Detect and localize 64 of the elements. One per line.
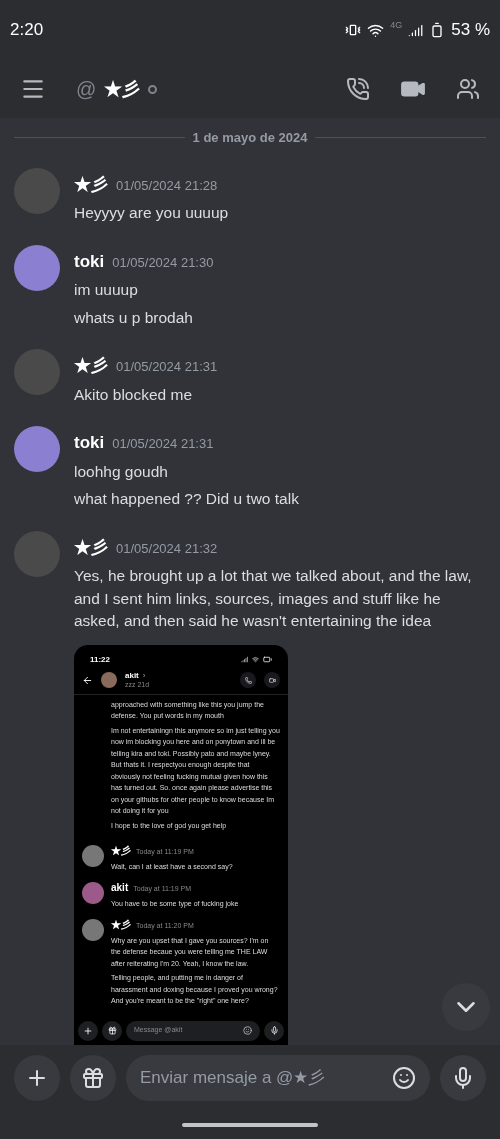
offline-status-icon: [148, 84, 158, 94]
message-timestamp: 01/05/2024 21:28: [116, 176, 218, 195]
scroll-down-button[interactable]: [442, 983, 490, 1031]
add-button[interactable]: [14, 1054, 60, 1101]
mic-button[interactable]: [264, 1020, 284, 1041]
microphone-icon: [269, 1026, 279, 1035]
author-name[interactable]: ★彡: [74, 171, 108, 197]
channel-title: ★彡: [104, 77, 141, 101]
members-icon[interactable]: [456, 77, 480, 101]
author-name[interactable]: ★彡: [74, 534, 108, 560]
at-sign: @: [76, 77, 97, 102]
message-text: what happened ?? Did u two talk: [74, 489, 299, 509]
add-button[interactable]: [78, 1020, 98, 1041]
date-divider: 1 de mayo de 2024: [192, 129, 308, 147]
avatar-photo-placeholder: [82, 919, 104, 941]
phone-icon: [244, 676, 252, 684]
author-name[interactable]: toki: [74, 248, 105, 274]
contact-name: akit: [125, 671, 139, 680]
screenshot-attachment[interactable]: [74, 644, 288, 1045]
author-name[interactable]: ★彡: [74, 353, 108, 379]
author-name: ★彡: [111, 845, 131, 856]
avatar-photo-placeholder: [101, 672, 117, 688]
voice-call-icon[interactable]: [346, 77, 370, 101]
message-timestamp: 01/05/2024 21:30: [112, 253, 214, 272]
message-timestamp: 01/05/2024 21:32: [116, 539, 218, 558]
avatar-photo-placeholder[interactable]: [14, 426, 60, 472]
back-icon[interactable]: [82, 674, 93, 686]
message-text: whats u p brodah: [74, 307, 194, 328]
chevron-glyph: ›: [142, 671, 146, 680]
message-input[interactable]: Enviar mensaje a @★彡: [126, 1054, 430, 1101]
message-text: Heyyyy are you uuuup: [74, 203, 229, 223]
video-button[interactable]: [264, 672, 280, 688]
battery-percent: 53 %: [451, 19, 490, 42]
message-text: Yes, he brought up a lot that we talked about, and the law, and I sent him links, sources, images and stuff like he asked, and then said he wasn't entertaining the idea: [74, 566, 473, 631]
status-time: 11:22: [90, 653, 111, 666]
message-timestamp: 01/05/2024 21:31: [116, 358, 218, 376]
mic-button[interactable]: [440, 1054, 486, 1101]
video-camera-icon: [268, 676, 276, 684]
gift-button[interactable]: [102, 1020, 122, 1041]
gift-button[interactable]: [70, 1054, 116, 1101]
status-time: 2:20: [10, 19, 44, 42]
network-label: 4G: [390, 19, 403, 33]
plus-icon: [83, 1025, 93, 1036]
avatar-photo-placeholder: [82, 845, 104, 867]
author-name: ★彡: [111, 919, 131, 930]
avatar-photo-placeholder[interactable]: [14, 244, 60, 291]
message-timestamp: 01/05/2024 21:31: [112, 435, 214, 453]
vibrate-icon: [345, 22, 362, 38]
message-text: loohhg goudh: [74, 461, 169, 482]
emoji-icon[interactable]: [243, 1026, 252, 1035]
author-name[interactable]: toki: [74, 430, 105, 456]
message-text: Akito blocked me: [74, 384, 194, 405]
avatar-photo-placeholder: [82, 882, 104, 904]
message-text: im uuuup: [74, 280, 139, 300]
battery-icon: [263, 655, 272, 664]
gift-icon: [107, 1026, 117, 1035]
gift-icon: [81, 1065, 105, 1090]
emoji-icon[interactable]: [392, 1065, 416, 1090]
signal-icon: [241, 656, 248, 663]
author-name: akit: [111, 882, 129, 893]
wifi-icon: [252, 656, 259, 663]
signal-icon: [408, 22, 424, 38]
gesture-bar[interactable]: [182, 1122, 318, 1127]
call-button[interactable]: [240, 672, 256, 688]
